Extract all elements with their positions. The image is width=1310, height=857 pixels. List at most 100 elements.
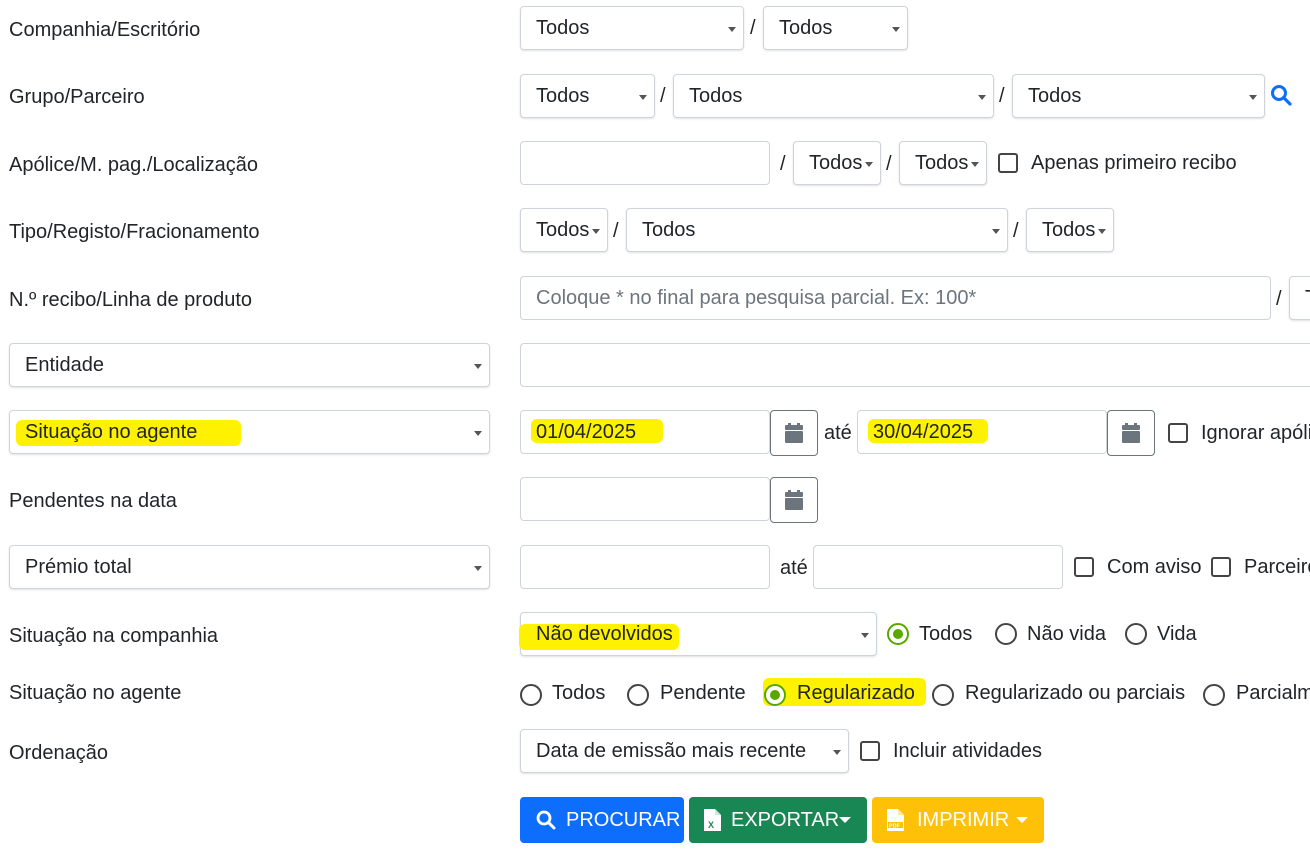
procurar-label: PROCURAR [566,809,681,831]
date-from-input[interactable]: 01/04/2025 [520,410,770,454]
calendar-icon [785,423,803,443]
separator: / [660,85,666,107]
premio-select-value: Prémio total [25,556,132,578]
date-from-value: 01/04/2025 [536,421,637,443]
parceiro-select[interactable]: Todos [673,74,994,118]
ate-label: até [780,557,808,579]
svg-text:PDF: PDF [889,824,901,830]
situacao-companhia-select-value: Não devolvidos [536,623,673,645]
parceiro2-select-value: Todos [1028,85,1082,107]
registo-select-value: Todos [642,219,696,241]
primeiro-recibo-checkbox[interactable] [998,153,1018,173]
date-to-input[interactable]: 30/04/2025 [857,410,1107,454]
calendar-pendentes-button[interactable] [770,477,818,523]
agente-radio-regularizado-parciais-label: Regularizado ou parciais [965,682,1186,704]
imprimir-label: IMPRIMIR [917,809,1010,831]
data-tipo-select[interactable]: Situação no agente [9,410,490,454]
com-aviso-checkbox[interactable] [1074,557,1094,577]
agente-radio-todos[interactable] [520,684,542,706]
entidade-select-value: Entidade [25,354,104,376]
ordenacao-select[interactable]: Data de emissão mais recente [520,729,849,773]
tipo-select[interactable]: Todos [520,208,608,252]
date-to-value: 30/04/2025 [873,421,974,443]
calendar-from-button[interactable] [770,410,818,456]
agente-radio-parcialmente[interactable] [1203,684,1225,706]
registo-select[interactable]: Todos [626,208,1008,252]
premio-from-input[interactable] [520,545,770,589]
premio-to-input[interactable] [813,545,1063,589]
entidade-input[interactable] [520,343,1310,387]
chevron-down-icon [839,817,851,823]
exportar-button[interactable]: X EXPORTAR [689,797,867,843]
companhia-radio-todos-label: Todos [919,623,973,645]
grupo-select[interactable]: Todos [520,74,655,118]
agente-radio-pendente[interactable] [627,684,649,706]
localizacao-select-value: Todos [915,152,969,174]
calendar-icon [785,490,803,510]
situacao-companhia-label: Situação na companhia [9,625,219,647]
premio-select[interactable]: Prémio total [9,545,490,589]
linha-produto-select-value: T [1305,286,1310,310]
chevron-down-icon [474,364,482,369]
agente-radio-regularizado[interactable] [764,684,786,706]
agente-radio-regularizado-label: Regularizado [797,682,915,704]
chevron-down-icon [1016,817,1028,823]
companhia-select-value: Todos [536,17,590,39]
metodo-pagamento-select[interactable]: Todos [793,141,881,185]
linha-produto-select[interactable]: T [1289,276,1310,320]
pendentes-date-input[interactable] [520,477,770,521]
pdf-file-icon: PDF [887,809,904,831]
primeiro-recibo-label: Apenas primeiro recibo [1031,152,1237,174]
imprimir-button[interactable]: PDF IMPRIMIR [872,797,1044,843]
separator: / [886,153,892,175]
escritorio-select-value: Todos [779,17,833,39]
search-icon[interactable] [1270,84,1292,106]
calendar-to-button[interactable] [1107,410,1155,456]
parceiro2-select[interactable]: Todos [1012,74,1265,118]
situacao-companhia-select[interactable]: Não devolvidos [519,612,877,656]
chevron-down-icon [592,229,600,234]
chevron-down-icon [639,95,647,100]
agente-radio-regularizado-parciais[interactable] [932,684,954,706]
separator: / [613,220,619,242]
ignorar-apolice-checkbox[interactable] [1168,423,1188,443]
companhia-radio-vida[interactable] [1125,623,1147,645]
fracionamento-select-value: Todos [1042,219,1096,241]
chevron-down-icon [474,431,482,436]
agente-radio-parcialmente-label: Parcialm [1236,682,1310,704]
incluir-atividades-checkbox[interactable] [860,741,880,761]
companhia-radio-todos[interactable] [887,623,909,645]
procurar-button[interactable]: PROCURAR [520,797,684,843]
chevron-down-icon [978,95,986,100]
apolice-input[interactable] [520,141,770,185]
chevron-down-icon [865,162,873,167]
escritorio-select[interactable]: Todos [763,6,908,50]
chevron-down-icon [971,162,979,167]
tipo-label: Tipo/Registo/Fracionamento [9,221,260,243]
grupo-select-value: Todos [536,85,590,107]
apolice-label: Apólice/M. pag./Localização [9,154,259,176]
svg-text:X: X [708,820,714,830]
companhia-radio-nao-vida[interactable] [995,623,1017,645]
chevron-down-icon [992,229,1000,234]
localizacao-select[interactable]: Todos [899,141,987,185]
companhia-select[interactable]: Todos [520,6,744,50]
companhia-radio-nao-vida-label: Não vida [1027,623,1106,645]
agente-radio-pendente-label: Pendente [660,682,746,704]
fracionamento-select[interactable]: Todos [1026,208,1114,252]
parceiro-checkbox[interactable] [1211,557,1231,577]
situacao-agente-label: Situação no agente [9,682,182,704]
recibo-placeholder: Coloque * no final para pesquisa parcial… [536,287,977,309]
pendentes-label: Pendentes na data [9,490,177,512]
entidade-select[interactable]: Entidade [9,343,490,387]
separator: / [780,153,786,175]
chevron-down-icon [1098,229,1106,234]
data-tipo-select-value: Situação no agente [25,421,198,443]
chevron-down-icon [728,27,736,32]
ordenacao-select-value: Data de emissão mais recente [536,740,807,762]
metodo-pagamento-select-value: Todos [809,152,863,174]
separator: / [750,17,756,39]
recibo-input[interactable]: Coloque * no final para pesquisa parcial… [520,276,1271,320]
excel-file-icon: X [704,809,721,831]
companhia-label: Companhia/Escritório [9,19,201,41]
